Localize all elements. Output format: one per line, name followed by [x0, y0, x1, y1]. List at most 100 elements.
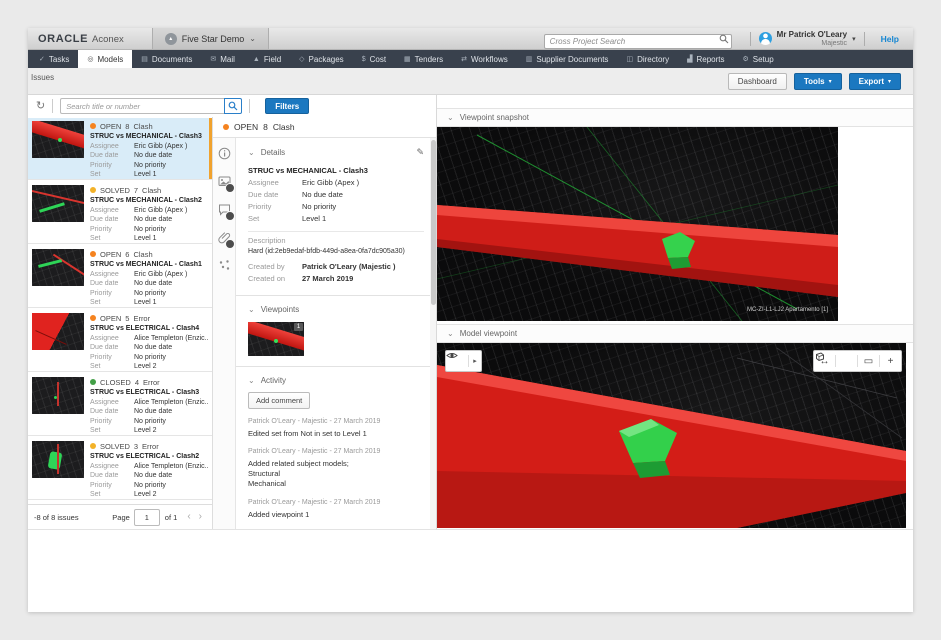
nav-item-icon: ▟: [687, 55, 692, 63]
comments-icon[interactable]: [218, 203, 231, 216]
nav-item[interactable]: ✉ Mail: [201, 50, 244, 68]
due-date-value: No due date: [302, 189, 343, 201]
issue-search-input[interactable]: [60, 98, 224, 114]
nav-item[interactable]: ⚙ Setup: [733, 50, 782, 68]
issue-list-item[interactable]: OPEN 6 Clash STRUC vs MECHANICAL - Clash…: [28, 246, 212, 308]
viewpoint-panel: ⌄ Viewpoint snapshot MC-ZI-L1-LJ2 Aparta…: [437, 95, 913, 530]
nav-item[interactable]: ▲ Field: [244, 50, 290, 68]
search-icon[interactable]: [719, 34, 729, 44]
set-value: Level 1: [134, 170, 157, 180]
nav-item[interactable]: ◇ Packages: [290, 50, 353, 68]
user-menu[interactable]: Mr Patrick O'Leary Majestic ▾: [759, 31, 856, 47]
nav-item[interactable]: ⇄ Workflows: [452, 50, 517, 68]
issue-number: 7: [134, 186, 138, 195]
issue-list-item[interactable]: SOLVED 7 Clash STRUC vs MECHANICAL - Cla…: [28, 182, 212, 244]
refresh-icon[interactable]: ↻: [36, 101, 45, 112]
assignee-label: Assignee: [90, 398, 134, 408]
prev-page-icon[interactable]: ‹: [187, 512, 190, 522]
chevron-down-icon[interactable]: ⌄: [447, 113, 454, 122]
next-page-icon[interactable]: ›: [199, 512, 202, 522]
issue-list-item[interactable]: OPEN 5 Error STRUC vs ELECTRICAL - Clash…: [28, 310, 212, 372]
section-cube-icon[interactable]: [836, 351, 857, 371]
due-date-label: Due date: [90, 407, 134, 417]
issue-title: STRUC vs MECHANICAL - Clash2: [90, 197, 208, 204]
assignee-value: Alice Templeton (Enzic...: [134, 334, 208, 344]
measure-icon[interactable]: ▭: [858, 351, 879, 371]
issue-list-item[interactable]: CLOSED 4 Error STRUC vs ELECTRICAL - Cla…: [28, 374, 212, 436]
brand-product-name: Aconex: [92, 34, 124, 45]
help-link[interactable]: Help: [881, 34, 899, 44]
nav-item-icon: ◫: [626, 55, 633, 63]
assignee-label: Assignee: [90, 334, 134, 344]
activity-entry: Patrick O'Leary - Majestic - 27 March 20…: [248, 418, 424, 439]
issue-number: 5: [125, 314, 129, 323]
nav-item[interactable]: ◫ Directory: [617, 50, 678, 68]
assignee-label: Assignee: [90, 462, 134, 472]
chevron-right-icon[interactable]: ▸: [469, 357, 481, 365]
export-button[interactable]: Export▾: [849, 73, 901, 90]
divider: [52, 99, 53, 113]
issue-type: Clash: [133, 250, 152, 259]
scrollbar-track: [430, 138, 436, 529]
nav-item-icon: $: [362, 56, 366, 63]
filters-button[interactable]: Filters: [265, 98, 309, 114]
status-dot: [90, 187, 96, 193]
cross-project-search-input[interactable]: [544, 34, 732, 49]
viewpoint-snapshot-header: ⌄ Viewpoint snapshot: [437, 108, 913, 127]
issue-list-item[interactable]: SOLVED 3 Error STRUC vs ELECTRICAL - Cla…: [28, 438, 212, 500]
issue-detail-panel: OPEN 8 Clash: [213, 117, 436, 529]
activity-meta: Patrick O'Leary - Majestic - 27 March 20…: [248, 499, 424, 506]
priority-label: Priority: [90, 481, 134, 491]
nav-item[interactable]: ▟ Reports: [678, 50, 733, 68]
nav-item[interactable]: ▦ Tenders: [395, 50, 452, 68]
page-input[interactable]: [134, 509, 160, 526]
nav-item[interactable]: ▤ Documents: [132, 50, 201, 68]
activity-feed: Patrick O'Leary - Majestic - 27 March 20…: [248, 418, 424, 529]
nav-item[interactable]: ◎ Models: [78, 50, 132, 68]
tools-button[interactable]: Tools▾: [794, 73, 842, 90]
nav-item[interactable]: ✓ Tasks: [30, 50, 78, 68]
nav-item[interactable]: ▥ Supplier Documents: [517, 50, 618, 68]
pagination-summary: -8 of 8 issues: [34, 513, 79, 522]
search-button[interactable]: [224, 98, 242, 114]
status-dot: [90, 251, 96, 257]
activity-text: Added related subject models; Structural…: [248, 459, 424, 489]
chevron-down-icon[interactable]: ⌄: [248, 305, 255, 314]
edit-icon[interactable]: ✎: [416, 147, 424, 158]
priority-label: Priority: [90, 161, 134, 171]
issue-list: OPEN 8 Clash STRUC vs MECHANICAL - Clash…: [28, 117, 213, 529]
issues-panel: ↻ Filters: [28, 95, 437, 530]
due-date-value: No due date: [134, 471, 172, 481]
due-date-value: No due date: [134, 279, 172, 289]
chevron-down-icon[interactable]: ⌄: [248, 148, 255, 157]
chevron-down-icon[interactable]: ⌄: [248, 376, 255, 385]
viewpoint-count-badge: 1: [294, 323, 303, 331]
issue-list-item[interactable]: OPEN 8 Clash STRUC vs MECHANICAL - Clash…: [28, 118, 212, 180]
viewpoints-image-icon[interactable]: [218, 175, 231, 188]
issues-label: Issues: [31, 73, 54, 82]
nav-item-label: Cost: [370, 55, 386, 64]
zoom-in-icon[interactable]: +: [880, 351, 901, 371]
info-icon[interactable]: [218, 147, 231, 160]
issue-status: SOLVED: [100, 442, 130, 451]
due-date-value: No due date: [134, 215, 172, 225]
nav-item-label: Documents: [152, 55, 192, 64]
viewpoint-thumbnail[interactable]: 1: [248, 322, 304, 356]
nav-item-icon: ▦: [404, 55, 411, 63]
nav-item[interactable]: $ Cost: [353, 50, 395, 68]
attachments-icon[interactable]: [218, 231, 231, 244]
dashboard-button[interactable]: Dashboard: [728, 73, 787, 90]
nav-item-label: Models: [97, 55, 123, 64]
due-date-label: Due date: [90, 151, 134, 161]
chevron-down-icon[interactable]: ⌄: [447, 329, 454, 338]
viewpoints-section-title: Viewpoints: [261, 305, 300, 314]
set-label: Set: [90, 490, 134, 500]
add-comment-button[interactable]: Add comment: [248, 392, 310, 409]
created-by-value: Patrick O'Leary (Majestic ): [302, 261, 396, 273]
related-items-icon[interactable]: [218, 259, 231, 272]
issue-type: Error: [142, 442, 159, 451]
project-selector[interactable]: ▴ Five Star Demo ⌄: [152, 28, 269, 49]
nav-item-icon: ⇄: [461, 55, 467, 63]
model-viewpoint-canvas[interactable]: ▸ ↔ ▭ +: [437, 343, 906, 528]
scrollbar-thumb[interactable]: [431, 140, 436, 305]
